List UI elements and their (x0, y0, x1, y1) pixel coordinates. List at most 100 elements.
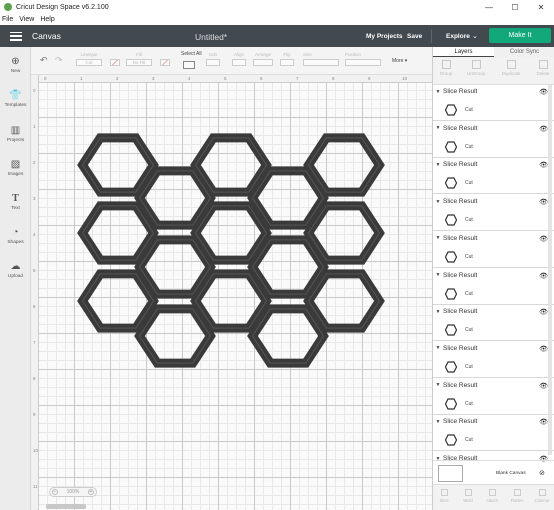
layer-item[interactable]: Cut (433, 318, 554, 341)
hexagon-frame[interactable] (190, 201, 272, 265)
hexagon-shape-icon (445, 104, 457, 116)
layer-item[interactable]: Cut (433, 355, 554, 378)
chevron-down-icon[interactable]: ▼ (433, 162, 443, 168)
hexagon-frame[interactable] (77, 133, 159, 197)
hexagon-frame[interactable] (303, 201, 385, 265)
hexagon-frame[interactable] (77, 201, 159, 265)
contour-button[interactable]: Contour (531, 489, 553, 503)
layer-group-name: Slice Result (443, 88, 478, 95)
layer-item[interactable]: Cut (433, 208, 554, 231)
layer-group-name: Slice Result (443, 234, 478, 242)
layer-group-name: Slice Result (443, 381, 478, 389)
layer-group[interactable]: ▼ Slice Result 👁 Cut (433, 269, 554, 305)
layer-group[interactable]: ▼ Slice Result 👁 Cut (433, 85, 554, 121)
flatten-button[interactable]: Flatten (506, 489, 528, 503)
tab-color-sync[interactable]: Color Sync (494, 47, 554, 57)
eye-icon[interactable]: 👁 (539, 418, 548, 426)
layer-group-header[interactable]: ▼ Slice Result 👁 (433, 232, 554, 245)
layer-item[interactable]: Cut (433, 245, 554, 268)
layer-group-header[interactable]: ▼ Slice Result 👁 (433, 342, 554, 355)
layers-scrollbar[interactable] (548, 85, 552, 455)
layer-item[interactable]: Cut (433, 171, 554, 194)
layer-group-header[interactable]: ▼ Slice Result 👁 (433, 158, 554, 171)
eye-icon[interactable]: 👁 (539, 272, 548, 280)
chevron-down-icon[interactable]: ▼ (433, 125, 443, 131)
zoom-out-button[interactable]: − (52, 489, 58, 495)
layer-item[interactable]: Cut (433, 98, 554, 121)
layer-operation-label: Cut (465, 107, 473, 113)
layer-group-header[interactable]: ▼ Slice Result 👁 (433, 195, 554, 208)
hexagon-shape-icon (445, 324, 457, 336)
layer-operation-label: Cut (465, 290, 473, 297)
layer-operation-label: Cut (465, 437, 473, 444)
chevron-down-icon[interactable]: ▼ (433, 272, 443, 278)
hexagon-frame[interactable] (303, 269, 385, 333)
hexagon-frame[interactable] (190, 269, 272, 333)
hexagon-frame[interactable] (77, 269, 159, 333)
layer-item[interactable]: Cut (433, 282, 554, 305)
layer-group[interactable]: ▼ Slice Result 👁 Cut (433, 379, 554, 415)
eye-icon[interactable]: 👁 (539, 345, 548, 353)
eye-icon[interactable]: 👁 (539, 125, 548, 133)
tab-layers[interactable]: Layers (433, 47, 494, 57)
layer-operation-label: Cut (465, 327, 473, 334)
layer-item[interactable]: Cut (433, 135, 554, 158)
hexagon-frame[interactable] (247, 235, 329, 299)
layer-item[interactable]: Cut (433, 428, 554, 451)
layer-group[interactable]: ▼ Slice Result 👁 Cut (433, 158, 554, 195)
layer-group[interactable]: ▼ Slice Result 👁 Cut (433, 232, 554, 268)
layer-group[interactable]: ▼ Slice Result 👁 Cut (433, 122, 554, 158)
layer-group[interactable]: ▼ Slice Result 👁 Cut (433, 415, 554, 452)
blank-canvas-label: Blank Canvas (496, 471, 526, 476)
hexagon-shape-icon (445, 361, 457, 373)
layer-group[interactable]: ▼ Slice Result 👁 Cut (433, 305, 554, 342)
chevron-down-icon[interactable]: ▼ (433, 89, 443, 95)
chevron-down-icon[interactable]: ▼ (433, 345, 443, 351)
duplicate-button[interactable]: Duplicate (499, 60, 523, 76)
layer-group-name: Slice Result (443, 308, 478, 316)
hexagon-shape-icon (445, 214, 457, 226)
eye-icon[interactable]: 👁 (539, 308, 548, 316)
eye-icon[interactable]: 👁 (539, 161, 548, 169)
hexagon-frame[interactable] (134, 166, 216, 230)
chevron-down-icon[interactable]: ▼ (433, 382, 443, 388)
slice-button[interactable]: Slice (433, 489, 455, 503)
eye-icon[interactable]: 👁 (539, 235, 548, 243)
hexagon-shape-icon (445, 397, 457, 410)
hexagon-shape-icon (445, 434, 457, 446)
chevron-down-icon[interactable]: ▼ (433, 199, 443, 205)
layer-group[interactable]: ▼ Slice Result 👁 Cut (433, 342, 554, 378)
zoom-in-button[interactable]: + (87, 489, 94, 495)
horizontal-scrollbar[interactable] (46, 504, 86, 509)
weld-button[interactable]: Weld (457, 489, 479, 503)
canvas-color-swatch[interactable] (438, 465, 463, 482)
eye-icon[interactable]: 👁 (539, 198, 548, 206)
hexagon-frame[interactable] (247, 304, 329, 368)
hexagon-frame[interactable] (247, 166, 329, 230)
hexagon-frame[interactable] (134, 304, 216, 368)
blank-canvas-row[interactable]: Blank Canvas ⊘ (433, 460, 554, 484)
layer-operation-label: Cut (465, 217, 473, 224)
group-button[interactable]: Group (434, 60, 458, 76)
delete-button[interactable]: Delete (531, 60, 554, 76)
ungroup-button[interactable]: UnGroup (464, 60, 488, 76)
layer-group-header[interactable]: ▼ Slice Result 👁 (433, 305, 554, 318)
layer-group-header[interactable]: ▼ Slice Result 👁 (433, 122, 554, 135)
eye-icon[interactable]: 👁 (539, 382, 548, 390)
layer-group-header[interactable]: ▼ Slice Result 👁 (433, 85, 554, 98)
hexagon-frame[interactable] (134, 235, 216, 299)
eye-hidden-icon[interactable]: ⊘ (539, 469, 545, 477)
zoom-level: 100% (66, 489, 80, 495)
chevron-down-icon[interactable]: ▼ (433, 419, 443, 425)
eye-icon[interactable]: 👁 (539, 88, 548, 96)
layer-group-header[interactable]: ▼ Slice Result 👁 (433, 269, 554, 282)
hexagon-shape-icon (445, 251, 457, 263)
attach-button[interactable]: Attach (481, 489, 503, 503)
chevron-down-icon[interactable]: ▼ (433, 309, 443, 315)
layer-group-header[interactable]: ▼ Slice Result 👁 (433, 415, 554, 428)
layer-item[interactable]: Cut (433, 392, 554, 415)
layer-group[interactable]: ▼ Slice Result 👁 Cut (433, 195, 554, 232)
chevron-down-icon[interactable]: ▼ (433, 235, 443, 241)
layer-operation-label: Cut (465, 180, 473, 187)
layer-group-header[interactable]: ▼ Slice Result 👁 (433, 379, 554, 392)
